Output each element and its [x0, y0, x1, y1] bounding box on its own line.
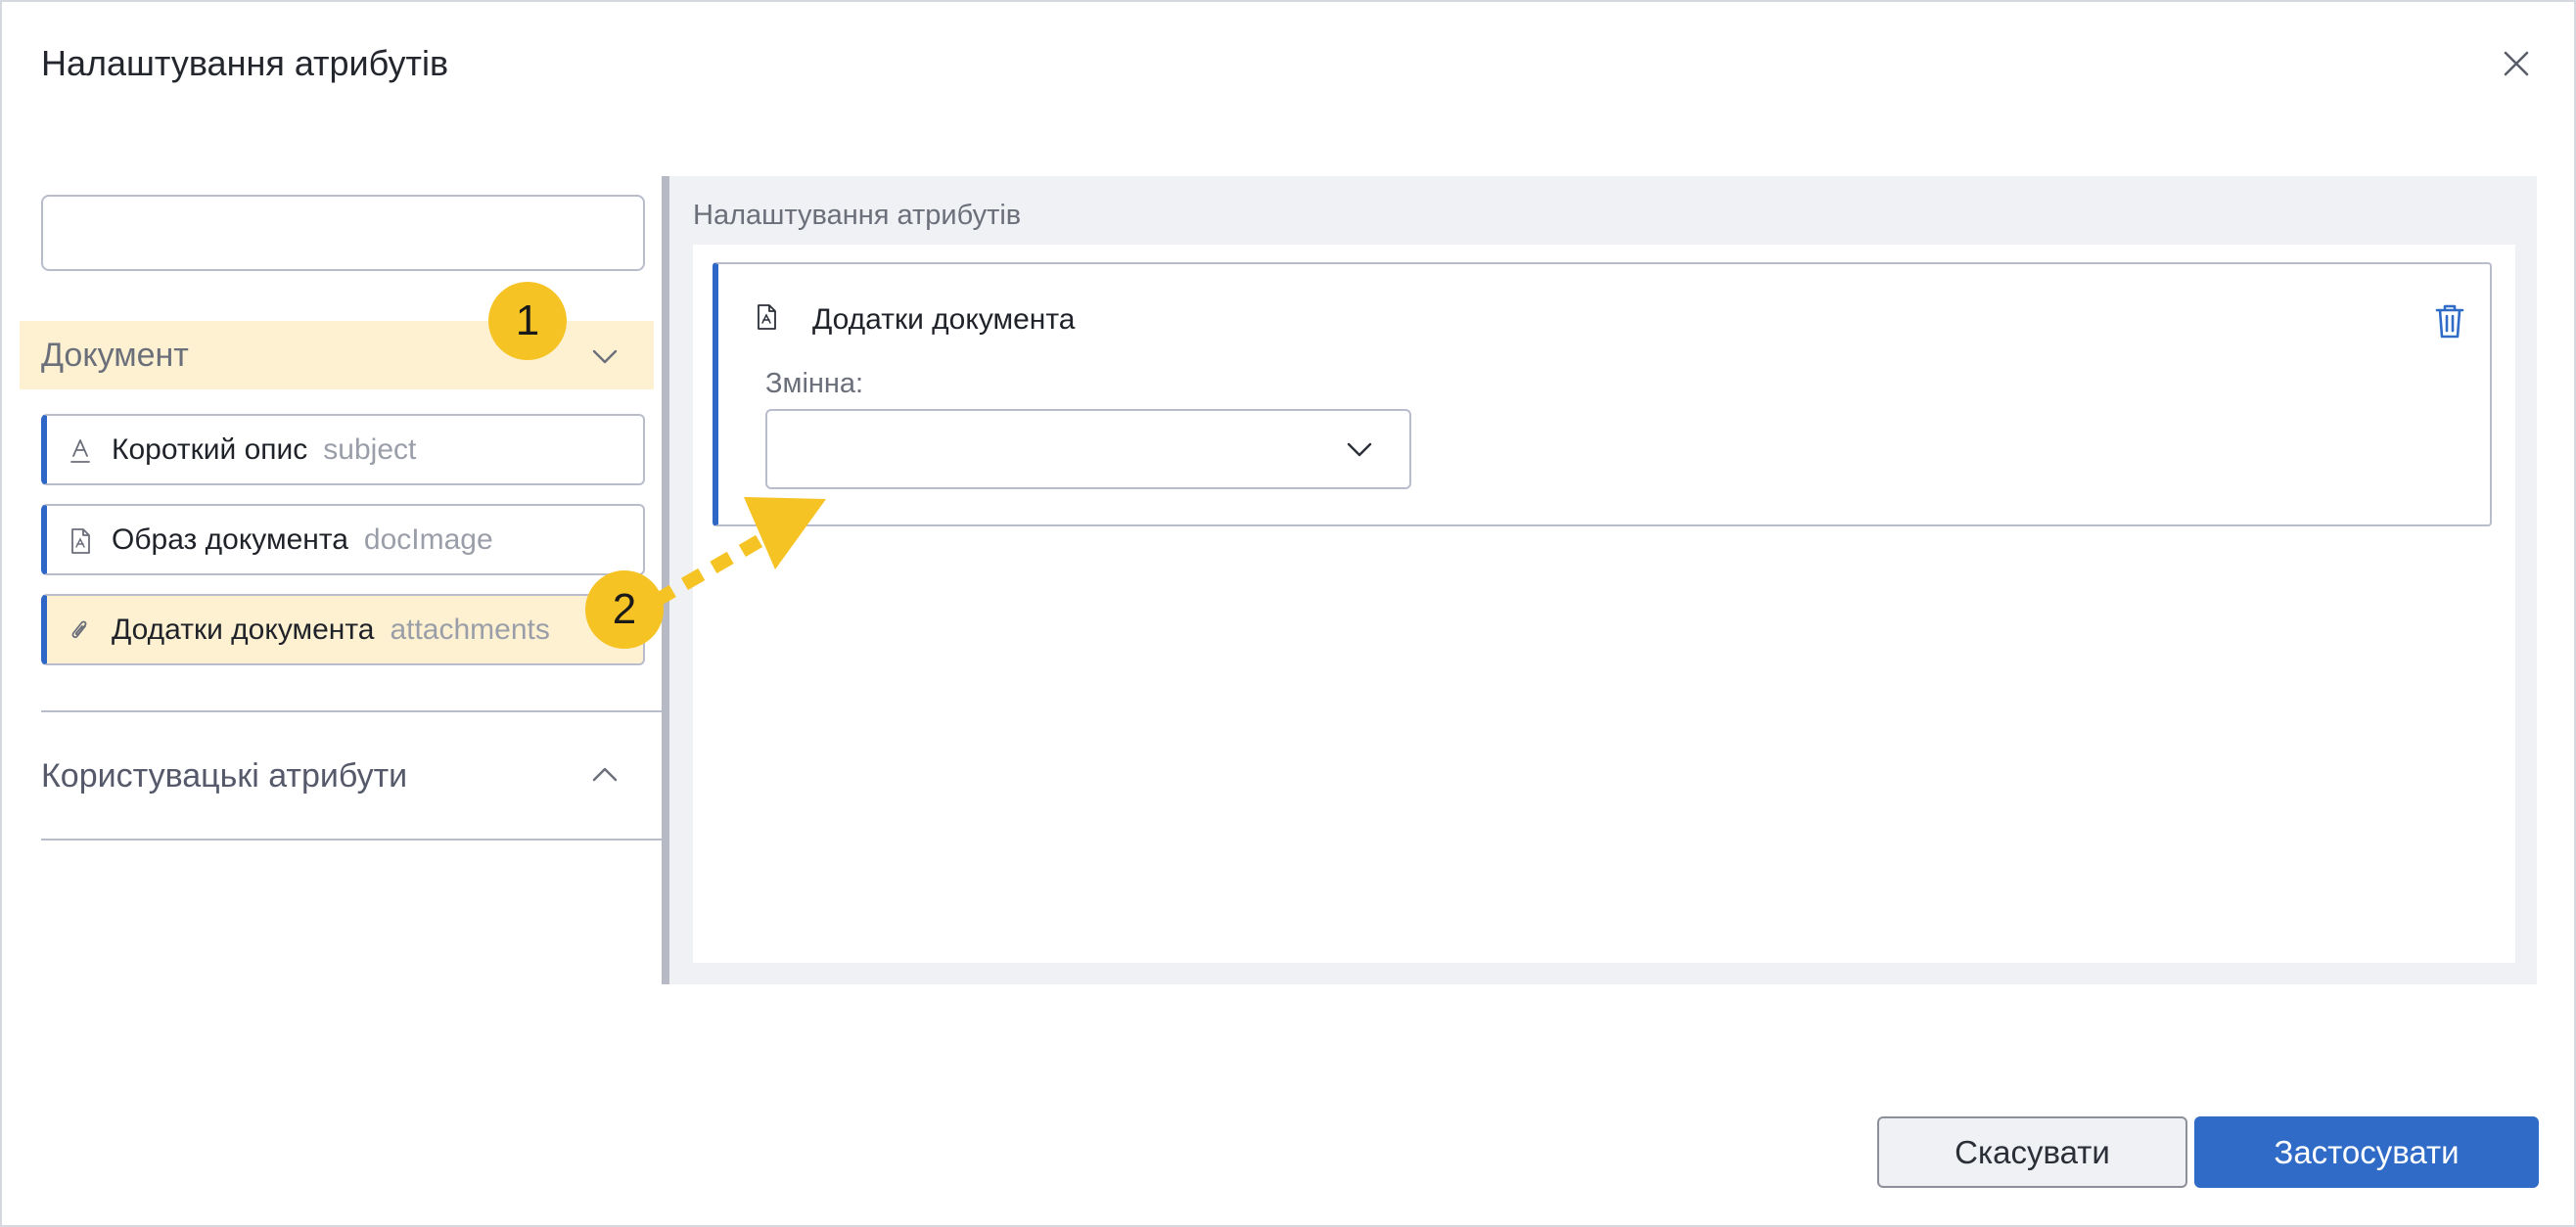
pdf-file-icon: [71, 528, 90, 554]
group-label: Документ: [41, 337, 189, 374]
close-button[interactable]: [2500, 47, 2533, 80]
delete-button[interactable]: [2433, 301, 2466, 341]
dialog-title: Налаштування атрибутів: [41, 43, 449, 83]
paperclip-icon: [71, 620, 87, 639]
group-header-user-attributes[interactable]: Користувацькі атрибути: [41, 757, 407, 795]
attribute-code: attachments: [390, 614, 550, 646]
attribute-label: Образ документа docImage: [112, 523, 493, 556]
pdf-file-icon: [758, 304, 776, 330]
attribute-item-subject[interactable]: Короткий опис subject: [41, 414, 645, 485]
attribute-item-attachments[interactable]: Додатки документа attachments: [41, 594, 645, 665]
attribute-code: docImage: [363, 523, 493, 556]
chevron-up-icon[interactable]: [589, 761, 621, 789]
search-input[interactable]: [41, 195, 645, 271]
text-icon: [70, 439, 90, 463]
card-title: Додатки документа: [812, 303, 1076, 336]
attribute-label: Додатки документа attachments: [112, 614, 550, 646]
divider: [41, 839, 662, 841]
variable-select[interactable]: [765, 409, 1411, 489]
close-icon: [2504, 51, 2529, 76]
apply-button[interactable]: Застосувати: [2194, 1116, 2539, 1188]
trash-icon: [2435, 304, 2464, 339]
attribute-code: subject: [323, 433, 417, 466]
divider: [41, 710, 662, 712]
chevron-down-icon: [592, 349, 618, 364]
annotation-badge-2: 2: [585, 570, 664, 649]
attribute-settings-panel: Налаштування атрибутів Додатки документа…: [669, 176, 2537, 984]
panel-title: Налаштування атрибутів: [693, 200, 1022, 231]
attribute-label: Короткий опис subject: [112, 433, 417, 466]
panel-splitter[interactable]: [662, 176, 669, 984]
cancel-button[interactable]: Скасувати: [1877, 1116, 2187, 1188]
attribute-settings-dialog: Налаштування атрибутів Документ Короткий…: [0, 0, 2576, 1227]
attribute-item-docimage[interactable]: Образ документа docImage: [41, 504, 645, 575]
annotation-badge-1: 1: [488, 282, 567, 360]
chevron-down-icon: [1347, 442, 1372, 457]
attribute-card: Додатки документа Змінна:: [713, 262, 2492, 526]
variable-label: Змінна:: [765, 368, 864, 399]
